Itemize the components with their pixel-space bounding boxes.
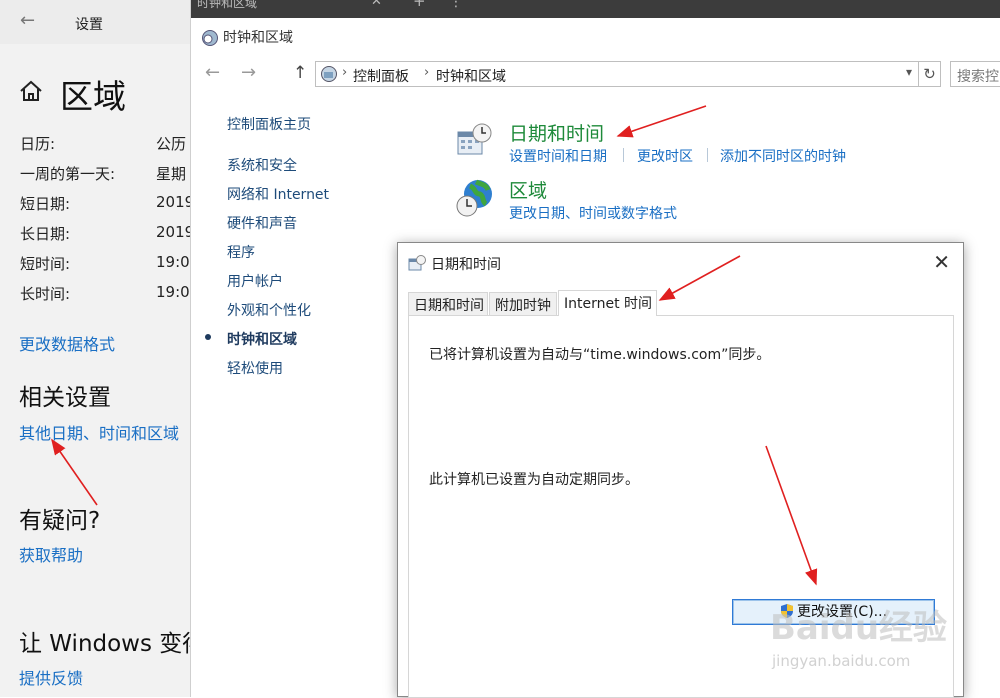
get-help-link[interactable]: 获取帮助 [19, 542, 83, 566]
sidebar-item-user-accounts[interactable]: 用户帐户 [227, 271, 283, 291]
date-time-category-title[interactable]: 日期和时间 [509, 119, 604, 146]
search-input[interactable]: 搜索控 [950, 61, 1000, 87]
link-separator [623, 148, 624, 162]
format-value-short-date: 2019 [156, 193, 190, 211]
format-label-short-date: 短日期: [20, 195, 71, 213]
other-date-time-region-link[interactable]: 其他日期、时间和区域 [19, 420, 179, 444]
forward-arrow-icon[interactable]: → [241, 62, 256, 83]
sidebar-item-hardware-sound[interactable]: 硬件和声音 [227, 213, 297, 233]
breadcrumb-separator-icon: › [342, 65, 348, 80]
back-arrow-icon[interactable]: ← [205, 62, 220, 83]
tab-internet-time[interactable]: Internet 时间 [558, 290, 657, 316]
breadcrumb-separator-icon: › [424, 65, 430, 80]
sidebar-item-clock-region[interactable]: 时钟和区域 [227, 329, 297, 349]
breadcrumb-clock-region[interactable]: 时钟和区域 [436, 66, 506, 86]
back-arrow-icon[interactable]: ← [20, 10, 35, 31]
tab-date-time[interactable]: 日期和时间 [408, 292, 488, 315]
active-bullet-icon [205, 334, 211, 340]
region-category-title[interactable]: 区域 [509, 176, 547, 203]
format-label-long-date: 长日期: [20, 225, 71, 243]
change-data-format-link[interactable]: 更改数据格式 [19, 331, 115, 355]
globe-clock-icon [456, 179, 492, 217]
window-title: 时钟和区域 [223, 30, 293, 46]
question-heading: 有疑问? [19, 508, 101, 534]
format-label-first-day: 一周的第一天: [20, 165, 116, 183]
sidebar-item-appearance[interactable]: 外观和个性化 [227, 300, 311, 320]
format-value-short-time: 19:05 [156, 253, 190, 271]
up-arrow-icon[interactable]: ↑ [293, 63, 307, 83]
feedback-link[interactable]: 提供反馈 [19, 665, 83, 689]
breadcrumb-control-panel[interactable]: 控制面板 [353, 66, 409, 86]
close-icon[interactable]: ✕ [933, 250, 950, 274]
page-title: 区域 [60, 77, 126, 116]
related-settings-heading: 相关设置 [19, 385, 111, 411]
sidebar-item-system-security[interactable]: 系统和安全 [227, 155, 297, 175]
refresh-icon[interactable]: ↻ [919, 61, 941, 87]
add-clocks-link[interactable]: 添加不同时区的时钟 [720, 146, 846, 166]
watermark-logo: Baidu经验 [770, 608, 948, 648]
new-tab-icon[interactable]: + [413, 0, 426, 10]
sidebar-item-home[interactable]: 控制面板主页 [227, 114, 311, 134]
settings-window: ← 设置 区域 日历: 公历 一周的第一天: 星期 短日期: 2019 长日期:… [0, 0, 190, 697]
format-value-first-day: 星期 [156, 165, 187, 183]
settings-titlebar: ← 设置 [0, 0, 190, 44]
format-label-short-time: 短时间: [20, 255, 71, 273]
chevron-down-icon[interactable]: ▾ [906, 65, 912, 79]
sidebar-item-programs[interactable]: 程序 [227, 242, 255, 262]
format-value-long-date: 2019 [156, 223, 190, 241]
format-label-long-time: 长时间: [20, 285, 71, 303]
watermark-url: jingyan.baidu.com [772, 652, 911, 670]
link-separator [707, 148, 708, 162]
improve-windows-heading: 让 Windows 变得 [19, 631, 190, 657]
sidebar-item-network[interactable]: 网络和 Internet [227, 184, 329, 204]
close-tab-icon[interactable]: ✕ [371, 0, 382, 9]
calendar-clock-icon [408, 255, 426, 271]
format-value-calendar: 公历 [156, 135, 187, 153]
auto-sync-message: 此计算机已设置为自动定期同步。 [429, 472, 639, 488]
settings-title: 设置 [75, 17, 103, 33]
set-time-date-link[interactable]: 设置时间和日期 [509, 146, 607, 166]
sync-status-message: 已将计算机设置为自动与“time.windows.com”同步。 [429, 347, 771, 363]
window-tab-title[interactable]: 时钟和区域 [197, 0, 257, 11]
format-label-calendar: 日历: [20, 135, 56, 153]
home-icon [20, 80, 42, 101]
format-value-long-time: 19:05 [156, 283, 190, 301]
tab-additional-clocks[interactable]: 附加时钟 [489, 292, 557, 315]
change-timezone-link[interactable]: 更改时区 [637, 146, 693, 166]
sidebar-item-ease-of-access[interactable]: 轻松使用 [227, 358, 283, 378]
window-tab-strip: 时钟和区域 ✕ + ⋮ [191, 0, 1000, 18]
calendar-clock-icon [457, 123, 492, 155]
change-formats-link[interactable]: 更改日期、时间或数字格式 [509, 203, 677, 223]
dialog-title: 日期和时间 [431, 257, 501, 273]
control-panel-icon [321, 66, 337, 82]
address-bar[interactable]: › 控制面板 › 时钟和区域 ▾ [315, 61, 919, 87]
clock-globe-icon [202, 30, 218, 46]
more-options-icon[interactable]: ⋮ [449, 0, 463, 10]
